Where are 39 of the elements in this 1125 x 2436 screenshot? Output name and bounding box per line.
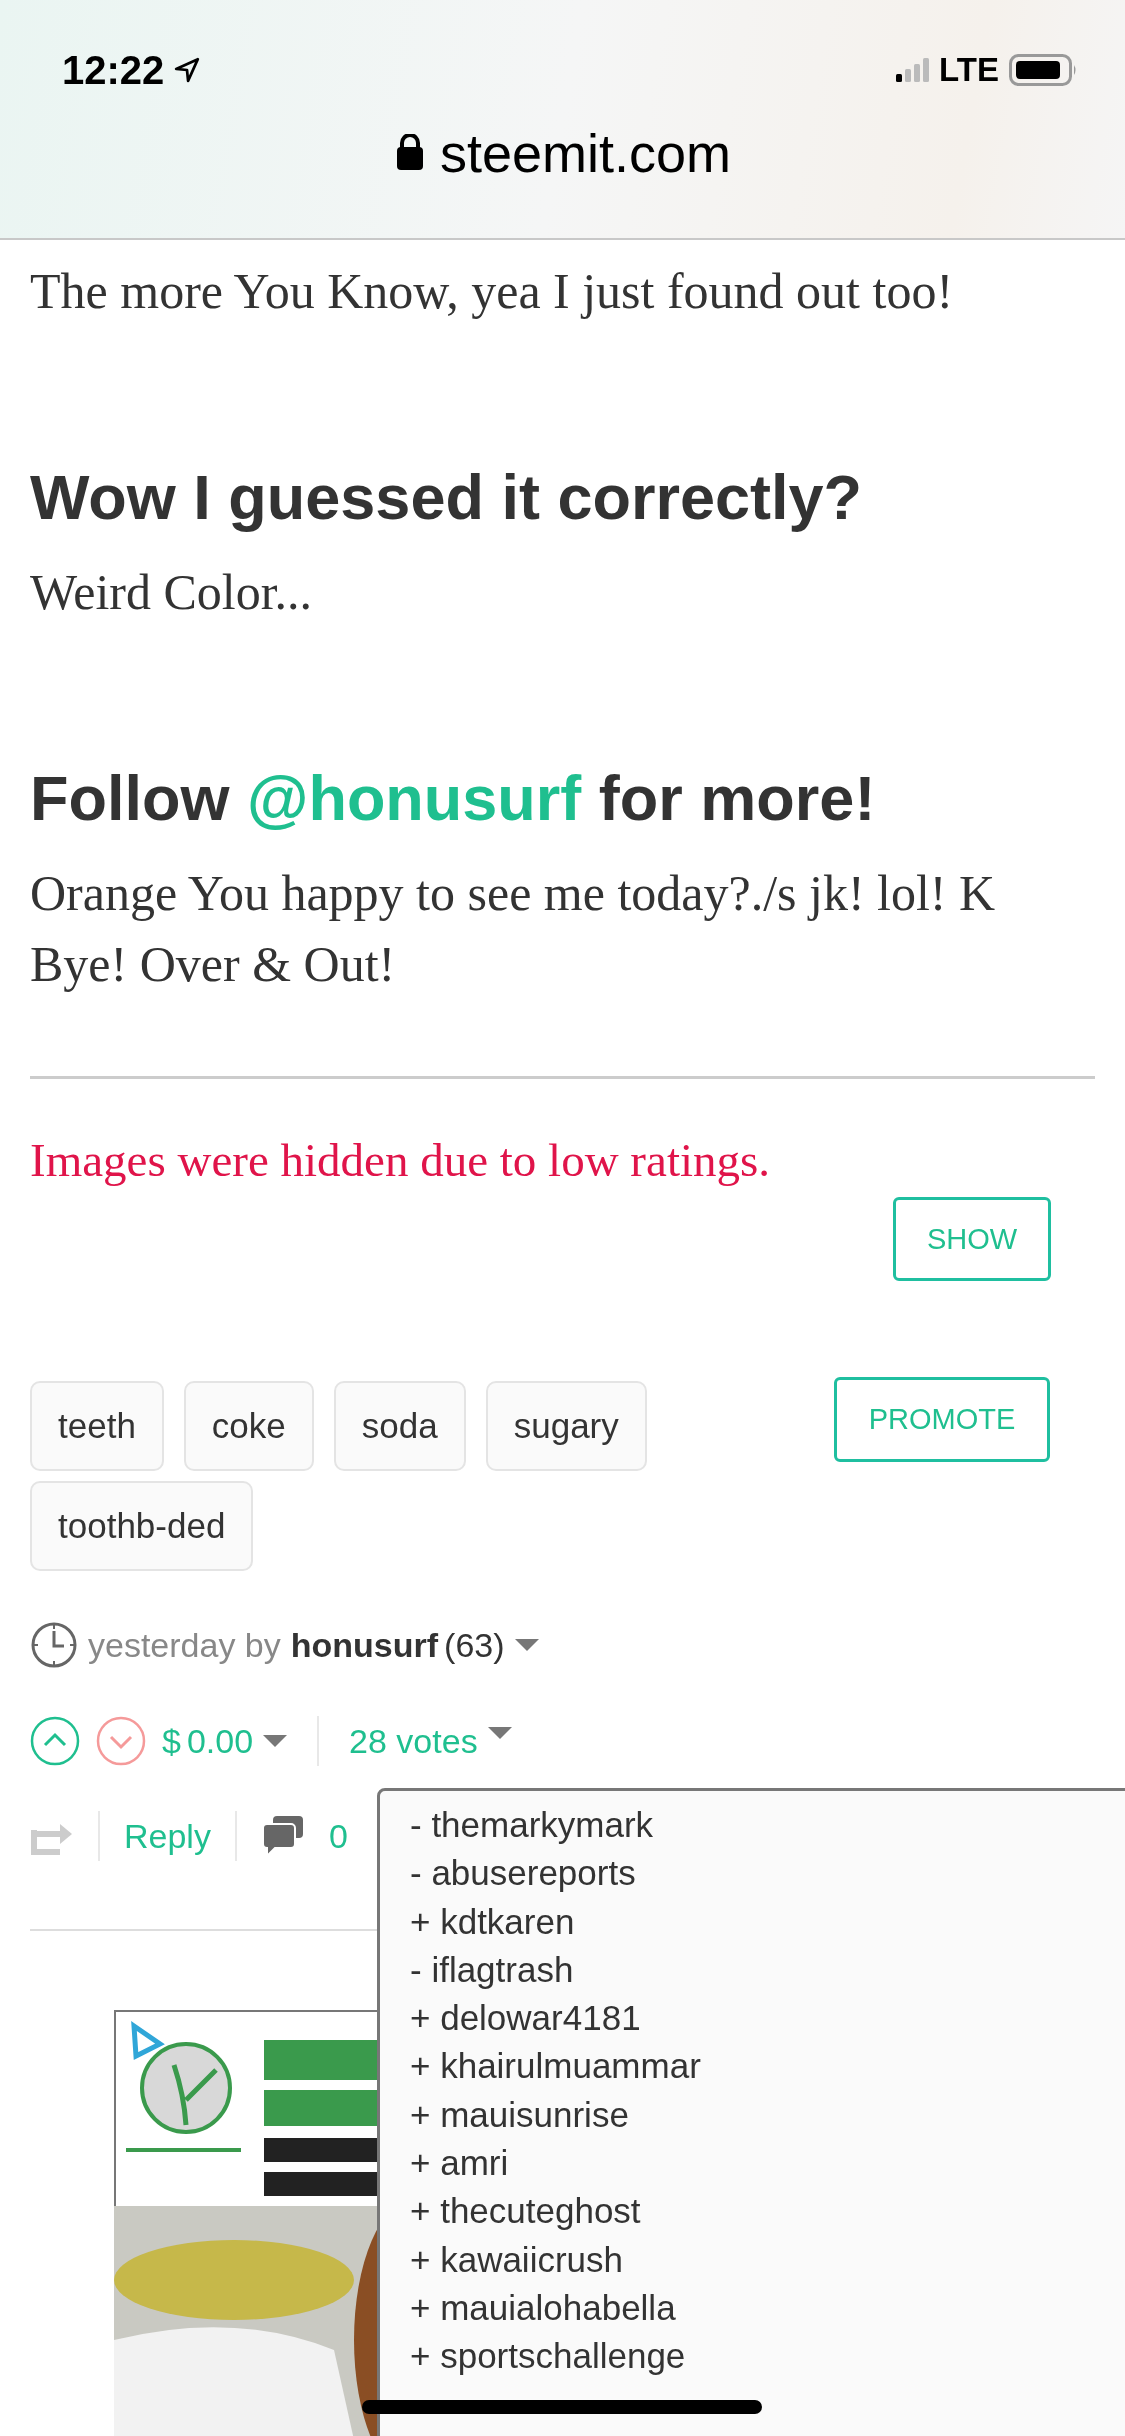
tag-chip[interactable]: sugary [485,1381,647,1471]
reputation-score: (63) [444,1625,505,1665]
tag-chip[interactable]: coke [183,1381,314,1471]
tag-chip[interactable]: teeth [30,1381,164,1471]
downvote-icon[interactable] [96,1716,146,1766]
post-time: yesterday by [88,1625,281,1665]
clock-icon [30,1621,78,1669]
caret-icon [487,1727,512,1739]
paragraph: Orange You happy to see me today?./s jk! lol! K Bye! Over & Out! [30,864,997,994]
heading: Follow @honusurf for more! [30,762,877,834]
location-arrow-icon [174,57,201,83]
voter-item[interactable]: + kawaiicrush [410,2235,1125,2284]
upvote-icon[interactable] [30,1716,80,1766]
url-text: steemit.com [439,122,732,184]
tag-chip[interactable]: toothb-ded [30,1481,254,1571]
clock-time: 12:22 [62,47,165,93]
voter-item[interactable]: + amri [410,2139,1125,2188]
signal-icon [896,58,930,82]
voter-item[interactable]: + sportschallenge [410,2332,1125,2381]
hidden-images-notice: Images were hidden due to low ratings. [30,1133,772,1188]
voter-item[interactable]: + delowar4181 [410,1994,1125,2043]
paragraph: Weird Color... [30,563,314,622]
caret-icon[interactable] [514,1639,539,1651]
voter-item[interactable]: + mauisunrise [410,2090,1125,2140]
heading: Wow I guessed it correctly? [30,461,864,533]
voter-item[interactable]: - abusereports [410,1849,1125,1898]
battery-icon [1009,54,1077,86]
voter-item[interactable]: + kdtkaren [410,1897,1125,1946]
author-link[interactable]: honusurf [290,1625,439,1665]
voter-item[interactable]: - themarkymark [410,1801,1125,1850]
paragraph: The more You Know, yea I just found out too! [30,262,955,321]
caret-icon [263,1735,288,1747]
comment-count: 0 [328,1816,348,1856]
tag-chip[interactable]: soda [333,1381,466,1471]
voter-item[interactable]: + mauialohabella [410,2283,1125,2333]
voter-item[interactable]: + khairulmuammar [410,2042,1125,2091]
voter-item[interactable]: - iflagtrash [410,1945,1125,1995]
network-type: LTE [939,51,999,89]
voter-item[interactable]: + thecuteghost [410,2187,1125,2236]
